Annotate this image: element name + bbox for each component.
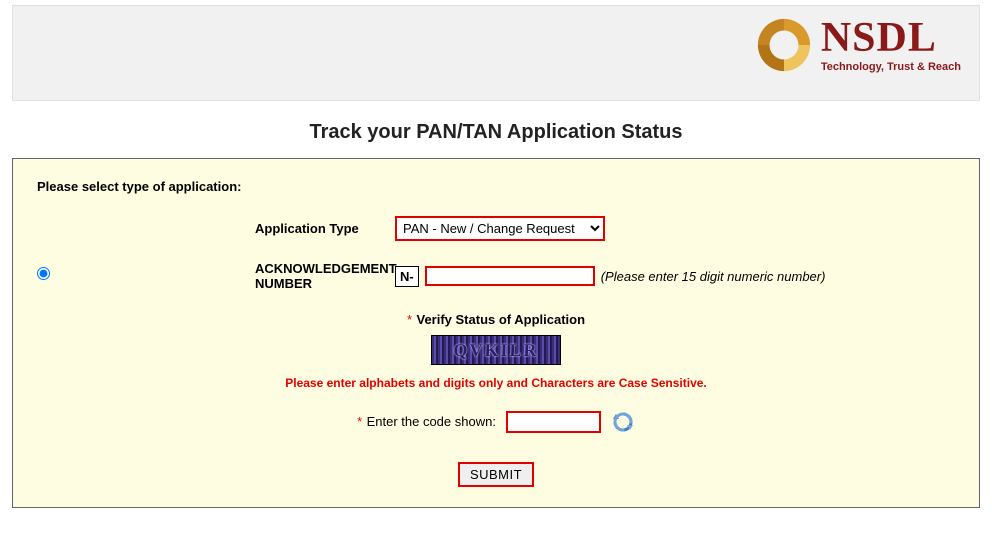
captcha-text: QVKILR: [432, 336, 561, 364]
header-band: NSDL Technology, Trust & Reach: [12, 5, 980, 101]
brand-logo: NSDL Technology, Trust & Reach: [755, 16, 961, 74]
row-acknowledgement: ACKNOWLEDGEMENT NUMBER N- (Please enter …: [37, 261, 955, 291]
required-star-code: *: [357, 414, 362, 429]
captcha-section: * Verify Status of Application QVKILR Pl…: [37, 311, 955, 390]
acknowledgement-radio[interactable]: [37, 267, 50, 280]
code-label: Enter the code shown:: [367, 414, 496, 429]
row-submit: SUBMIT: [37, 462, 955, 487]
page-title: Track your PAN/TAN Application Status: [12, 121, 980, 144]
instruction-text: Please select type of application:: [37, 179, 955, 194]
form-container: Please select type of application: Appli…: [12, 158, 980, 508]
brand-name: NSDL: [821, 17, 937, 59]
application-type-select[interactable]: PAN - New / Change Request: [395, 216, 605, 241]
ack-prefix: N-: [395, 266, 419, 287]
acknowledgement-input[interactable]: [425, 266, 595, 286]
row-code: * Enter the code shown:: [37, 410, 955, 434]
swirl-icon: [755, 16, 813, 74]
application-type-label: Application Type: [65, 221, 395, 236]
captcha-image: QVKILR: [431, 335, 561, 365]
brand-tagline: Technology, Trust & Reach: [821, 61, 961, 73]
brand-text: NSDL Technology, Trust & Reach: [821, 17, 961, 73]
required-star-verify: *: [407, 312, 412, 327]
acknowledgement-label: ACKNOWLEDGEMENT NUMBER: [65, 261, 395, 291]
captcha-input[interactable]: [506, 411, 601, 433]
refresh-captcha-icon[interactable]: [611, 410, 635, 434]
captcha-warning: Please enter alphabets and digits only a…: [37, 376, 955, 390]
submit-button[interactable]: SUBMIT: [458, 462, 534, 487]
acknowledgement-hint: (Please enter 15 digit numeric number): [601, 269, 826, 284]
verify-heading: Verify Status of Application: [416, 312, 585, 327]
row-application-type: Application Type PAN - New / Change Requ…: [37, 216, 955, 241]
